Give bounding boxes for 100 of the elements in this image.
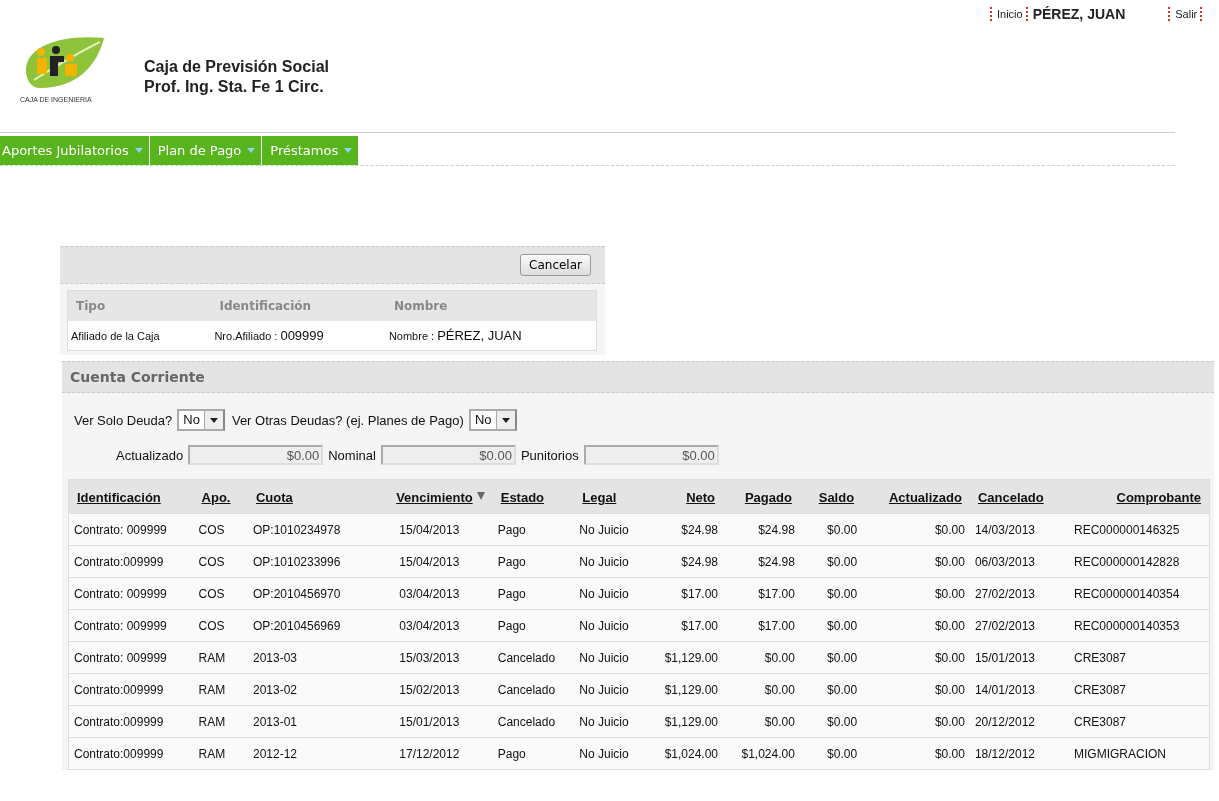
- table-cell: $24.98: [758, 522, 795, 537]
- table-cell: Afiliado de la Caja: [71, 329, 160, 342]
- table-cell: Pago: [497, 554, 526, 569]
- table-cell: No Juicio: [579, 522, 629, 537]
- table-cell: Pago: [497, 522, 526, 537]
- table-cell: COS: [198, 522, 225, 537]
- separator-icon: [1200, 7, 1205, 21]
- table-cell: $1,129.00: [664, 714, 719, 729]
- table-cell: REC000000140354: [1073, 586, 1180, 601]
- table-cell: $1,024.00: [664, 746, 719, 761]
- caret-icon: [134, 148, 143, 153]
- table-cell: Cancelado: [497, 714, 556, 729]
- table-cell: $0.00: [764, 682, 795, 697]
- table-cell: $0.00: [934, 682, 965, 697]
- table-cell: RAM: [198, 714, 226, 729]
- field-label: Nominal: [328, 447, 376, 463]
- table-cell: COS: [198, 586, 225, 601]
- table-cell: No Juicio: [579, 714, 629, 729]
- table-cell: $0.00: [827, 746, 858, 761]
- table-cell: $0.00: [934, 522, 965, 537]
- table-cell: 15/01/2013: [974, 650, 1035, 665]
- organization-name: Prof. Ing. Sta. Fe 1 Circ.: [144, 77, 325, 97]
- table-cell: $0.00: [827, 554, 858, 569]
- table-cell: CRE3087: [1073, 714, 1126, 729]
- sort-arrow-icon[interactable]: [476, 492, 485, 500]
- table-cell: $1,129.00: [664, 650, 719, 665]
- table-cell: 2013-03: [253, 650, 298, 665]
- dropdown-arrow-icon: [209, 417, 218, 423]
- table-cell: $0.00: [827, 618, 858, 633]
- cancel-button[interactable]: Cancelar: [520, 254, 591, 276]
- column-header[interactable]: Neto: [686, 490, 716, 505]
- nav-link[interactable]: Inicio: [997, 8, 1023, 20]
- table-cell: Contrato: 009999: [74, 650, 167, 665]
- table-cell: $0.00: [934, 714, 965, 729]
- table-cell: $0.00: [827, 586, 858, 601]
- table-cell: 2012-12: [253, 746, 298, 761]
- table-cell: COS: [198, 554, 225, 569]
- separator-icon: [990, 7, 994, 21]
- caret-icon: [344, 148, 353, 153]
- table-cell: RAM: [198, 746, 226, 761]
- table-cell: $17.00: [758, 618, 795, 633]
- table-cell: $17.00: [681, 618, 719, 633]
- table-cell: Pago: [497, 586, 526, 601]
- table-cell: OP:1010233996: [253, 554, 341, 569]
- field-label: Nro.Afiliado :: [214, 330, 278, 342]
- table-cell: $24.98: [758, 554, 795, 569]
- filter-label: Ver Otras Deudas? (ej. Planes de Pago): [231, 412, 464, 428]
- field-label: Punitorios: [520, 447, 579, 463]
- dropdown[interactable]: No: [177, 409, 225, 431]
- table-cell: $24.98: [681, 522, 719, 537]
- table-cell: $1,024.00: [741, 746, 795, 761]
- table-cell: 27/02/2013: [974, 618, 1035, 633]
- table-cell: Cancelado: [497, 650, 556, 665]
- table-cell: $0.00: [934, 586, 965, 601]
- dropdown[interactable]: No: [468, 409, 517, 431]
- table-cell: $0.00: [827, 682, 858, 697]
- table-cell: Contrato: 009999: [74, 522, 167, 537]
- table-cell: $0.00: [827, 522, 858, 537]
- table-cell: $0.00: [827, 650, 858, 665]
- table-cell: 15/04/2013: [399, 522, 460, 537]
- table-cell: $0.00: [827, 714, 858, 729]
- table-cell: 20/12/2012: [974, 714, 1035, 729]
- affiliate-name: PÉREZ, JUAN: [437, 328, 522, 343]
- table-cell: $17.00: [758, 586, 795, 601]
- table-cell: No Juicio: [579, 618, 629, 633]
- table-cell: $17.00: [681, 586, 719, 601]
- table-cell: 27/02/2013: [974, 586, 1035, 601]
- table-cell: $24.98: [681, 554, 719, 569]
- table-cell: $0.00: [764, 650, 795, 665]
- table-cell: 03/04/2013: [399, 618, 460, 633]
- table-cell: No Juicio: [579, 650, 629, 665]
- table-cell: Cancelado: [497, 682, 556, 697]
- table-cell: $0.00: [934, 650, 965, 665]
- table-cell: $0.00: [764, 714, 795, 729]
- table-cell: $0.00: [934, 554, 965, 569]
- table-cell: 18/12/2012: [974, 746, 1035, 761]
- table-cell: 2013-02: [253, 682, 298, 697]
- table-cell: 14/01/2013: [974, 682, 1035, 697]
- table-cell: Contrato: 009999: [74, 586, 167, 601]
- nav-link[interactable]: Salir: [1175, 8, 1198, 20]
- table-cell: No Juicio: [579, 586, 629, 601]
- column-header: Tipo: [76, 299, 106, 313]
- table-cell: $0.00: [934, 746, 965, 761]
- table-cell: No Juicio: [579, 682, 629, 697]
- field-label: Nombre :: [388, 330, 435, 342]
- table-cell: REC000000142828: [1073, 554, 1180, 569]
- separator-icon: [1168, 7, 1173, 21]
- table-cell: 06/03/2013: [974, 554, 1035, 569]
- user-name: PÉREZ, JUAN: [1032, 6, 1126, 22]
- table-cell: Contrato:009999: [74, 682, 164, 697]
- separator-icon: [1025, 7, 1030, 21]
- table-cell: Contrato:009999: [74, 554, 164, 569]
- table-cell: No Juicio: [579, 554, 629, 569]
- table-cell: 15/01/2013: [399, 714, 460, 729]
- column-header[interactable]: Cuota: [256, 490, 293, 505]
- section-title: Cuenta Corriente: [62, 361, 1214, 393]
- table-cell: 2013-01: [253, 714, 298, 729]
- column-header: Identificación: [219, 299, 312, 313]
- table-cell: 15/03/2013: [399, 650, 460, 665]
- column-header: Nombre: [393, 299, 448, 313]
